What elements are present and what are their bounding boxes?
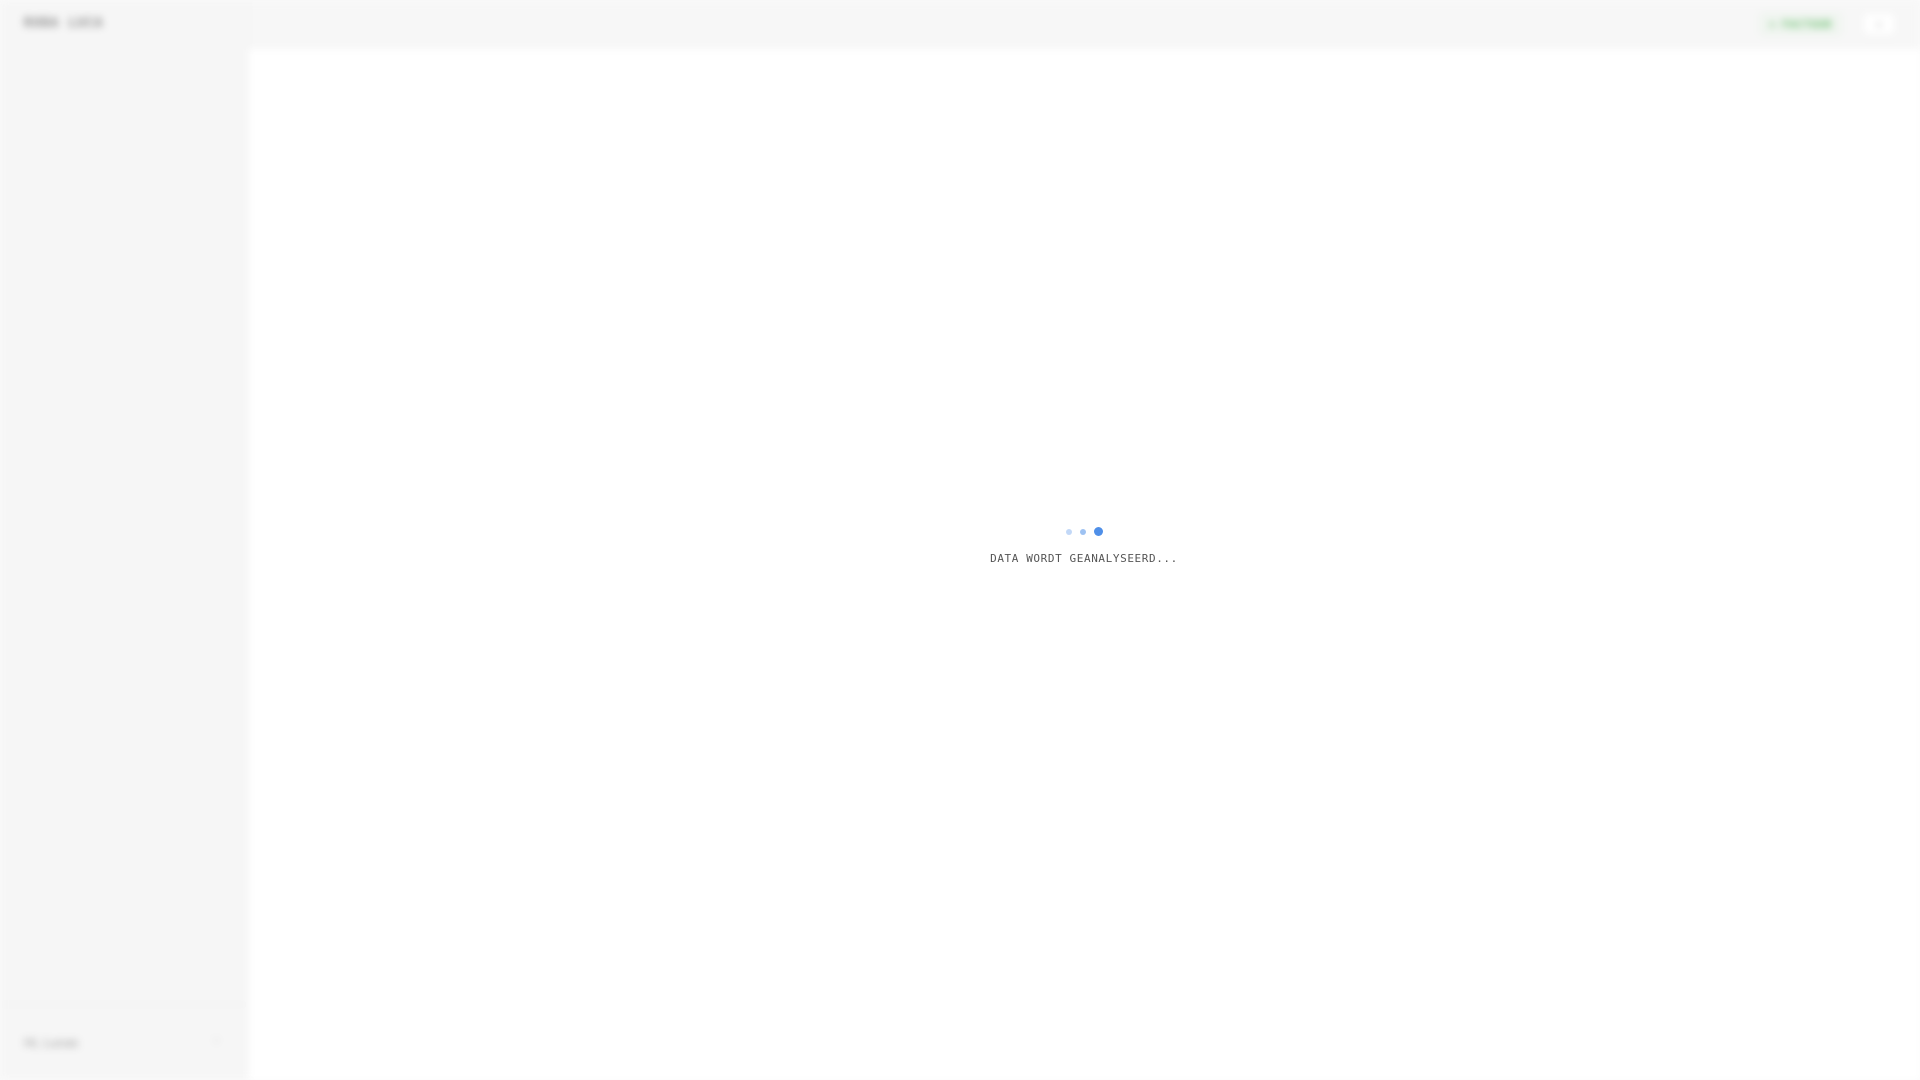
top-bar: + FACTUUR × [248, 0, 1920, 48]
close-button[interactable]: × [1862, 12, 1896, 36]
loading-overlay: DATA WORDT GEANALYSEERD... [248, 48, 1920, 1080]
new-invoice-button[interactable]: + FACTUUR [1759, 12, 1842, 36]
chevron-right-icon[interactable]: › [213, 1033, 220, 1047]
loading-dot [1065, 528, 1072, 535]
loading-message: DATA WORDT GEANALYSEERD... [990, 551, 1178, 565]
app-window: ROBA LUCA Hi, Lucas › + FACTUUR × DATA W… [0, 0, 1920, 1080]
sidebar-footer: Hi, Lucas › [0, 1004, 248, 1080]
user-greeting[interactable]: Hi, Lucas [24, 1035, 78, 1050]
loading-dot [1093, 527, 1103, 536]
plus-icon: + [1769, 17, 1777, 31]
sidebar: ROBA LUCA Hi, Lucas › [0, 0, 248, 1080]
close-icon: × [1875, 17, 1883, 31]
loading-dots [1065, 526, 1103, 538]
loading-dot [1079, 528, 1086, 535]
brand-logo[interactable]: ROBA LUCA [24, 16, 103, 31]
new-invoice-label: FACTUUR [1782, 17, 1832, 31]
